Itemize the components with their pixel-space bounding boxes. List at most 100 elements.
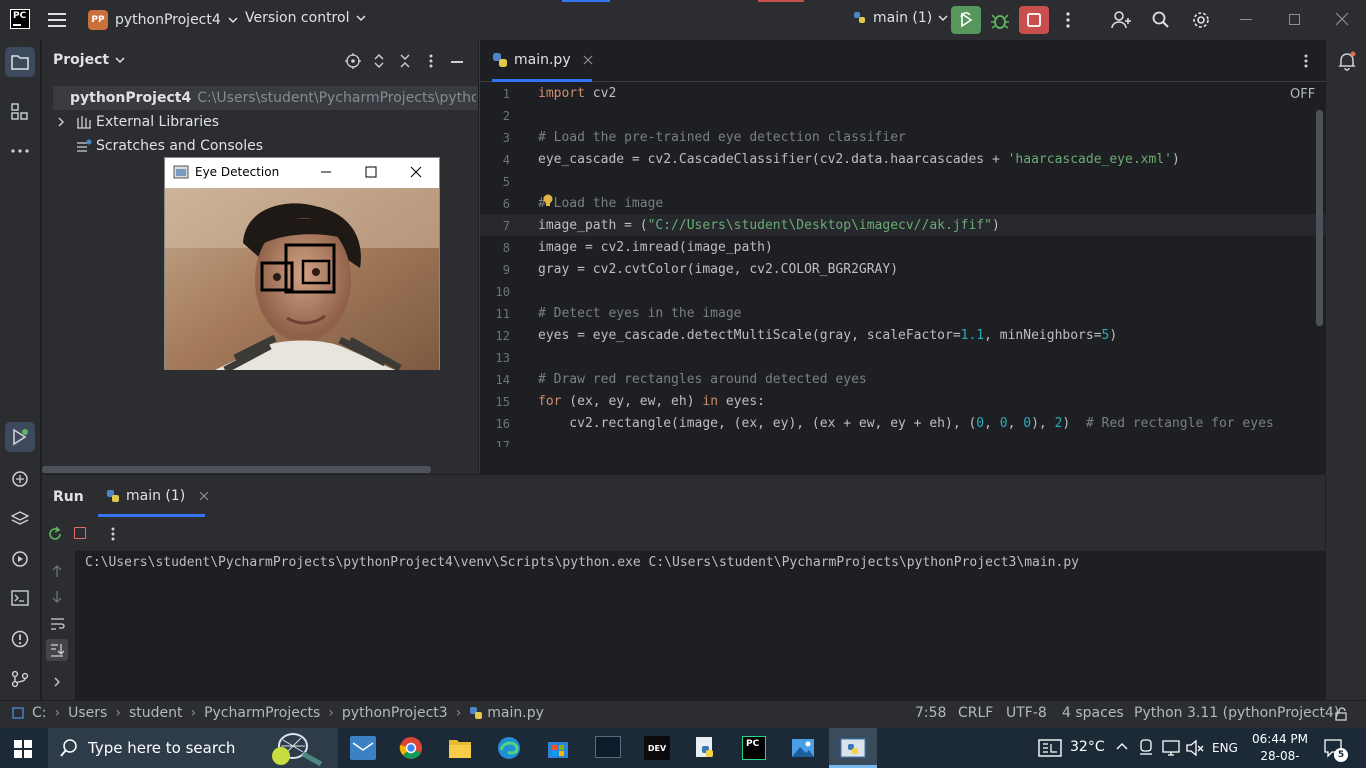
- run-tool-button[interactable]: [5, 422, 35, 452]
- version-control-menu[interactable]: Version control: [245, 10, 366, 26]
- code-line-row[interactable]: 4 eye_cascade = cv2.CascadeClassifier(cv2…: [480, 149, 1310, 171]
- file-explorer-icon[interactable]: [448, 737, 472, 759]
- caret-position[interactable]: 7:58: [915, 705, 946, 721]
- store-app-icon[interactable]: [546, 736, 570, 760]
- git-icon[interactable]: [11, 670, 29, 688]
- photos-app-icon[interactable]: [791, 736, 815, 760]
- problems-icon[interactable]: [11, 630, 29, 648]
- lightbulb-icon[interactable]: [542, 194, 554, 208]
- code-line-row[interactable]: 3 # Load the pre-trained eye detection cl…: [480, 127, 1310, 149]
- line-ending[interactable]: CRLF: [958, 705, 993, 721]
- breadcrumb-item[interactable]: main.py: [487, 705, 544, 721]
- code-line-row[interactable]: 5: [480, 171, 1310, 193]
- project-tool-button[interactable]: [5, 47, 35, 77]
- options-icon[interactable]: [427, 53, 435, 69]
- terminal-app-icon[interactable]: [595, 736, 621, 758]
- breadcrumb-item[interactable]: student: [129, 705, 183, 721]
- more-tools-icon[interactable]: [10, 148, 30, 154]
- debug-button[interactable]: [990, 10, 1010, 30]
- terminal-icon[interactable]: [11, 590, 29, 606]
- run-tab-main[interactable]: main (1): [106, 488, 209, 504]
- python-packages-icon[interactable]: [11, 470, 29, 488]
- console-output-area[interactable]: C:\Users\student\PycharmProjects\pythonP…: [75, 551, 1325, 701]
- services-icon[interactable]: [11, 550, 29, 568]
- rerun-icon[interactable]: [47, 526, 63, 542]
- code-line-row[interactable]: 6 # Load the image: [480, 193, 1310, 215]
- layers-icon[interactable]: [11, 510, 29, 528]
- locate-icon[interactable]: [345, 53, 361, 69]
- windows-start-icon[interactable]: [14, 740, 32, 758]
- code-line-row[interactable]: 1 import cv2: [480, 83, 1310, 105]
- code-line-row[interactable]: 2: [480, 105, 1310, 127]
- tree-item-scratches[interactable]: Scratches and Consoles: [76, 134, 263, 158]
- indent-setting[interactable]: 4 spaces: [1062, 705, 1124, 721]
- pycharm-app-icon[interactable]: PC: [742, 736, 766, 760]
- meet-now-icon[interactable]: [1139, 739, 1153, 757]
- stop-run-icon[interactable]: [74, 527, 86, 539]
- python-window-icon[interactable]: [840, 736, 866, 760]
- code-line-row[interactable]: 9 gray = cv2.cvtColor(image, cv2.COLOR_BG…: [480, 259, 1310, 281]
- breadcrumb-item[interactable]: Users: [68, 705, 107, 721]
- add-user-icon[interactable]: [1111, 10, 1133, 30]
- editor-tab-main[interactable]: main.py: [492, 52, 593, 68]
- breadcrumb-item[interactable]: PycharmProjects: [204, 705, 320, 721]
- breadcrumb-item[interactable]: pythonProject3: [342, 705, 448, 721]
- notifications-bell-icon[interactable]: [1337, 51, 1357, 71]
- project-selector[interactable]: PP pythonProject4: [88, 10, 238, 30]
- hide-panel-icon[interactable]: [451, 61, 463, 63]
- tree-item-external-libraries[interactable]: External Libraries: [56, 110, 219, 134]
- branch-selector[interactable]: main (1): [853, 10, 948, 26]
- code-line-row[interactable]: 15 for (ex, ey, ew, eh) in eyes:: [480, 391, 1310, 413]
- main-menu-icon[interactable]: [48, 11, 68, 29]
- input-language[interactable]: ENG: [1212, 741, 1238, 755]
- editor-options-icon[interactable]: [1302, 53, 1310, 69]
- collapse-all-icon[interactable]: [399, 53, 411, 69]
- restore-icon[interactable]: [1289, 14, 1300, 25]
- rerun-button[interactable]: [951, 6, 981, 34]
- scroll-up-icon[interactable]: [51, 564, 63, 578]
- code-line-row[interactable]: 10: [480, 281, 1310, 303]
- soft-wrap-icon[interactable]: [50, 617, 66, 631]
- code-line-row[interactable]: 11 # Detect eyes in the image: [480, 303, 1310, 325]
- more-actions-icon[interactable]: [1064, 11, 1072, 29]
- breadcrumb-item[interactable]: C:: [32, 705, 47, 721]
- volume-muted-icon[interactable]: [1186, 739, 1204, 757]
- project-panel-header[interactable]: Project: [53, 52, 125, 68]
- window-close-button[interactable]: [393, 158, 439, 186]
- code-line-row[interactable]: 7 image_path = ("C://Users\student\Deskto…: [480, 215, 1310, 237]
- mail-app-icon[interactable]: [350, 736, 376, 760]
- close-tab-icon[interactable]: [199, 491, 209, 501]
- stop-button[interactable]: [1019, 6, 1049, 34]
- file-encoding[interactable]: UTF-8: [1006, 705, 1047, 721]
- lock-icon[interactable]: [1335, 707, 1349, 721]
- scroll-down-icon[interactable]: [51, 590, 63, 604]
- structure-icon[interactable]: [11, 103, 29, 121]
- chevron-up-icon[interactable]: [1116, 742, 1128, 750]
- edge-app-icon[interactable]: [497, 736, 521, 760]
- search-icon[interactable]: [1152, 11, 1170, 29]
- expand-all-icon[interactable]: [373, 53, 385, 69]
- code-line-row[interactable]: 17: [480, 435, 1310, 447]
- taskbar-search-box[interactable]: Type here to search: [48, 728, 338, 768]
- vertical-scrollbar[interactable]: [1316, 110, 1323, 326]
- pycharm-logo-icon[interactable]: PC: [10, 9, 30, 29]
- close-tab-icon[interactable]: [583, 55, 593, 65]
- dev-app-icon[interactable]: DEV: [644, 736, 670, 760]
- code-line-row[interactable]: 13: [480, 347, 1310, 369]
- temperature[interactable]: 32°C: [1070, 739, 1105, 755]
- run-more-icon[interactable]: [109, 526, 117, 542]
- python-interpreter[interactable]: Python 3.11 (pythonProject4): [1134, 705, 1339, 721]
- settings-gear-icon[interactable]: [1191, 10, 1211, 30]
- window-minimize-button[interactable]: [303, 158, 349, 186]
- code-area[interactable]: 1 import cv2 2 3 # Load the pre-trained eye …: [480, 83, 1310, 447]
- expand-icon[interactable]: [53, 676, 61, 688]
- tree-item-project-root[interactable]: pythonProject4 C:\Users\student\PycharmP…: [56, 86, 476, 110]
- code-line-row[interactable]: 8 image = cv2.imread(image_path): [480, 237, 1310, 259]
- code-line-row[interactable]: 14 # Draw red rectangles around detected …: [480, 369, 1310, 391]
- close-icon[interactable]: [1335, 12, 1349, 26]
- chrome-app-icon[interactable]: [399, 736, 423, 760]
- python-app-icon[interactable]: [693, 735, 717, 761]
- minimize-icon[interactable]: [1240, 19, 1252, 20]
- code-line-row[interactable]: 16 cv2.rectangle(image, (ex, ey), (ex + …: [480, 413, 1310, 435]
- window-maximize-button[interactable]: [348, 158, 394, 186]
